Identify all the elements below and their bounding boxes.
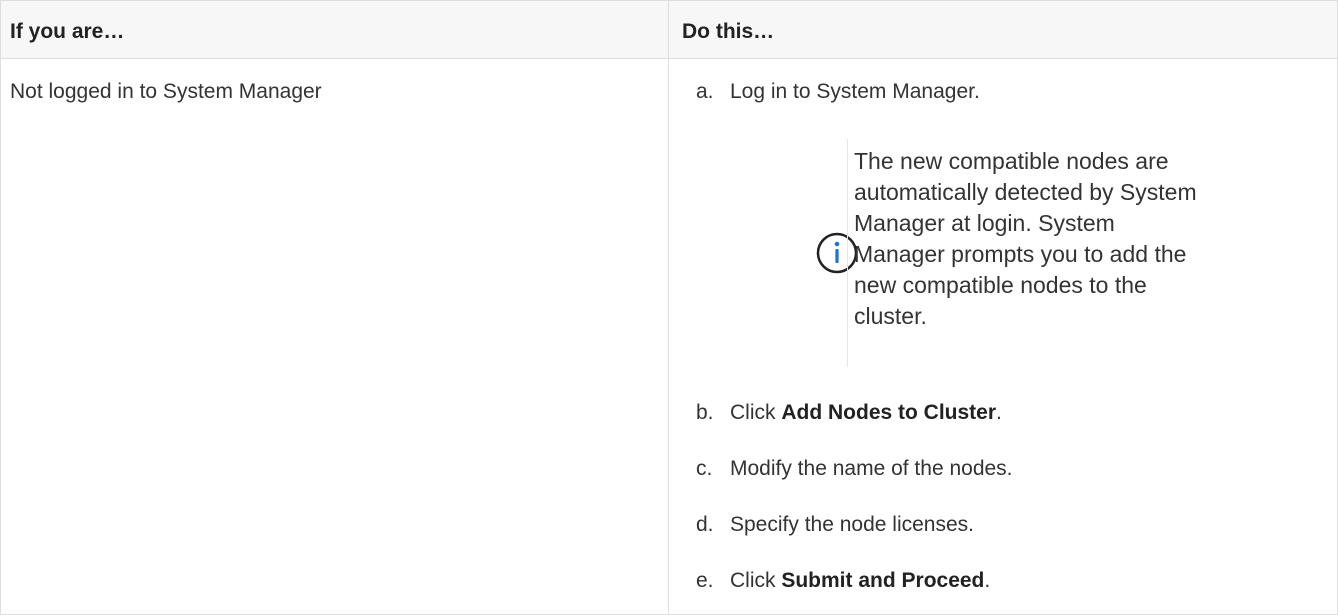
step-a: a. Log in to System Manager. (696, 78, 980, 106)
step-text-suffix: . (996, 401, 1002, 424)
step-marker: b. (696, 401, 714, 424)
step-marker: d. (696, 513, 714, 536)
step-marker: a. (696, 80, 714, 103)
column-header-do-this: Do this… (682, 20, 775, 43)
step-d: d. Specify the node licenses. (696, 511, 974, 539)
info-icon (816, 232, 858, 274)
instructions-table: If you are… Do this… Not logged in to Sy… (0, 0, 1338, 615)
step-marker: e. (696, 569, 714, 592)
step-text-suffix: . (984, 569, 991, 592)
step-text-prefix: Click (730, 401, 782, 424)
column-header-if-you-are: If you are… (10, 20, 125, 43)
step-text: Modify the name of the nodes. (730, 457, 1013, 480)
step-c: c. Modify the name of the nodes. (696, 455, 1013, 483)
step-text: Log in to System Manager. (730, 80, 980, 103)
note-text: The new compatible nodes are automatical… (854, 148, 1197, 329)
ui-element-name: Add Nodes to Cluster (781, 401, 997, 424)
step-e: e. Click Submit and Proceed. (696, 567, 990, 595)
step-b: b. Click Add Nodes to Cluster. (696, 399, 1002, 427)
column-divider (668, 1, 669, 614)
table-header-row: If you are… Do this… (1, 1, 1337, 59)
step-marker: c. (696, 457, 713, 480)
info-note: The new compatible nodes are automatical… (721, 139, 1321, 367)
row-condition: Not logged in to System Manager (10, 80, 322, 103)
ui-element-name: Submit and Proceed (781, 569, 985, 592)
step-text-prefix: Click (730, 569, 782, 592)
step-text: Specify the node licenses. (730, 513, 974, 536)
note-divider (847, 139, 848, 367)
